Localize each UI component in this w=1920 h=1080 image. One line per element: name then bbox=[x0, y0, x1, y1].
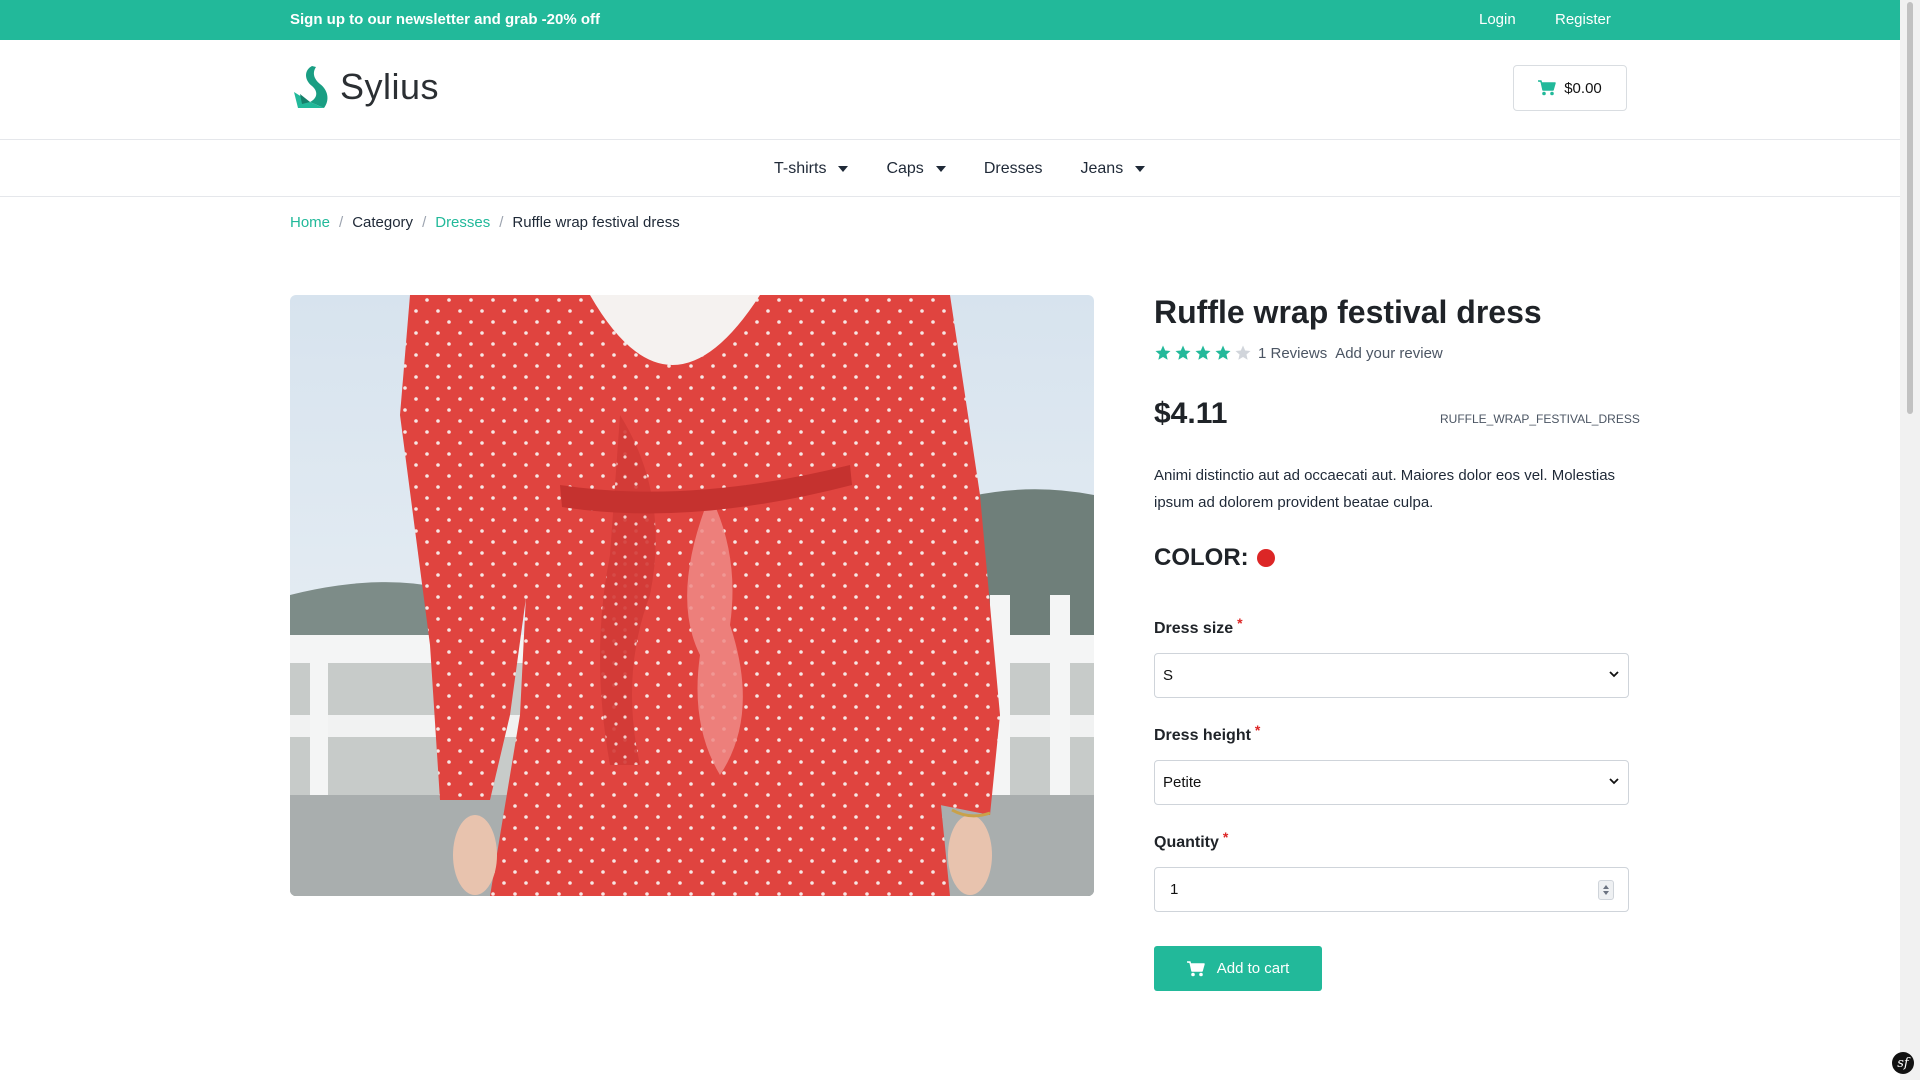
dress-size-label-text: Dress size bbox=[1154, 620, 1234, 637]
nav-item-caps[interactable]: Caps bbox=[886, 160, 946, 178]
product-image[interactable] bbox=[290, 295, 1094, 896]
breadcrumb-current: Ruffle wrap festival dress bbox=[512, 214, 680, 231]
star-filled-icon bbox=[1175, 345, 1191, 360]
add-to-cart-button[interactable]: Add to cart bbox=[1154, 946, 1322, 991]
register-link[interactable]: Register bbox=[1555, 11, 1611, 28]
nav-item-label: T-shirts bbox=[774, 160, 827, 177]
star-filled-icon bbox=[1215, 345, 1231, 360]
quantity-spinner[interactable] bbox=[1598, 880, 1614, 900]
cart-icon bbox=[1538, 80, 1556, 96]
symfony-icon[interactable]: sf bbox=[1892, 1052, 1914, 1074]
increment-icon bbox=[1603, 885, 1609, 889]
cart-button[interactable]: $0.00 bbox=[1513, 65, 1627, 111]
color-label: COLOR: bbox=[1154, 544, 1249, 571]
breadcrumb-separator: / bbox=[422, 214, 427, 231]
quantity-value: 1 bbox=[1170, 881, 1179, 898]
reviews-count: 1 Reviews bbox=[1258, 344, 1328, 362]
newsletter-promo: Sign up to our newsletter and grab -20% … bbox=[290, 11, 601, 28]
chevron-down-icon bbox=[1609, 778, 1619, 785]
product-sku: RUFFLE_WRAP_FESTIVAL_DRESS bbox=[1440, 412, 1640, 426]
dress-height-value: Petite bbox=[1163, 774, 1202, 791]
breadcrumb: Home / Category / Dresses / Ruffle wrap … bbox=[290, 214, 680, 231]
caret-down-icon bbox=[838, 166, 849, 172]
add-to-cart-label: Add to cart bbox=[1216, 960, 1290, 977]
logo-text: Sylius bbox=[340, 66, 440, 107]
add-review-link[interactable]: Add your review bbox=[1335, 345, 1443, 362]
required-mark: * bbox=[1222, 829, 1229, 845]
color-option: COLOR: bbox=[1154, 544, 1275, 572]
logo[interactable]: Sylius bbox=[290, 64, 439, 110]
quantity-stepper[interactable]: 1 bbox=[1154, 867, 1629, 912]
sylius-swan-icon bbox=[294, 66, 328, 108]
caret-down-icon bbox=[935, 166, 946, 172]
color-swatch-red[interactable] bbox=[1256, 549, 1275, 567]
star-filled-icon bbox=[1195, 345, 1211, 360]
scrollbar-thumb[interactable] bbox=[1907, 2, 1913, 414]
product-title: Ruffle wrap festival dress bbox=[1154, 294, 1542, 330]
breadcrumb-dresses[interactable]: Dresses bbox=[435, 214, 490, 231]
breadcrumb-separator: / bbox=[499, 214, 504, 231]
dress-height-select[interactable]: Petite bbox=[1154, 760, 1629, 805]
required-mark: * bbox=[1237, 615, 1243, 631]
product-description: Animi distinctio aut ad occaecati aut. M… bbox=[1154, 467, 1616, 511]
decrement-icon bbox=[1603, 891, 1609, 895]
nav-item-tshirts[interactable]: T-shirts bbox=[774, 160, 849, 178]
product-rating: 1 Reviews Add your review bbox=[1154, 344, 1443, 362]
quantity-label-text: Quantity bbox=[1154, 834, 1219, 851]
site-header: Sylius $0.00 bbox=[0, 40, 1900, 140]
nav-item-dresses[interactable]: Dresses bbox=[984, 160, 1043, 178]
category-nav: T-shirts Caps Dresses Jeans bbox=[0, 141, 1900, 197]
nav-item-label: Jeans bbox=[1080, 160, 1124, 177]
login-link[interactable]: Login bbox=[1479, 11, 1516, 28]
chevron-down-icon bbox=[1609, 671, 1619, 678]
cart-total: $0.00 bbox=[1564, 79, 1602, 97]
product-price: $4.11 bbox=[1154, 397, 1228, 430]
dress-height-label-text: Dress height bbox=[1154, 727, 1251, 744]
dress-size-value: S bbox=[1163, 667, 1174, 684]
red-polka-dot-dress-photo bbox=[290, 295, 1094, 896]
quantity-label: Quantity * bbox=[1154, 829, 1228, 852]
breadcrumb-home[interactable]: Home bbox=[290, 214, 330, 231]
nav-item-jeans[interactable]: Jeans bbox=[1081, 160, 1146, 178]
dress-size-select[interactable]: S bbox=[1154, 653, 1629, 698]
dress-size-label: Dress size * bbox=[1154, 615, 1243, 638]
rating-stars bbox=[1154, 344, 1252, 362]
star-filled-icon bbox=[1155, 345, 1171, 360]
nav-item-label: Dresses bbox=[983, 160, 1043, 177]
newsletter-bar: Sign up to our newsletter and grab -20% … bbox=[0, 0, 1900, 40]
cart-icon bbox=[1186, 960, 1205, 976]
star-empty-icon bbox=[1235, 345, 1251, 360]
required-mark: * bbox=[1254, 722, 1261, 738]
caret-down-icon bbox=[1135, 166, 1146, 172]
breadcrumb-separator: / bbox=[339, 214, 344, 231]
page-scrollbar[interactable] bbox=[1900, 0, 1920, 1080]
breadcrumb-category: Category bbox=[352, 214, 414, 231]
dress-height-label: Dress height * bbox=[1154, 722, 1260, 745]
nav-item-label: Caps bbox=[886, 160, 924, 177]
